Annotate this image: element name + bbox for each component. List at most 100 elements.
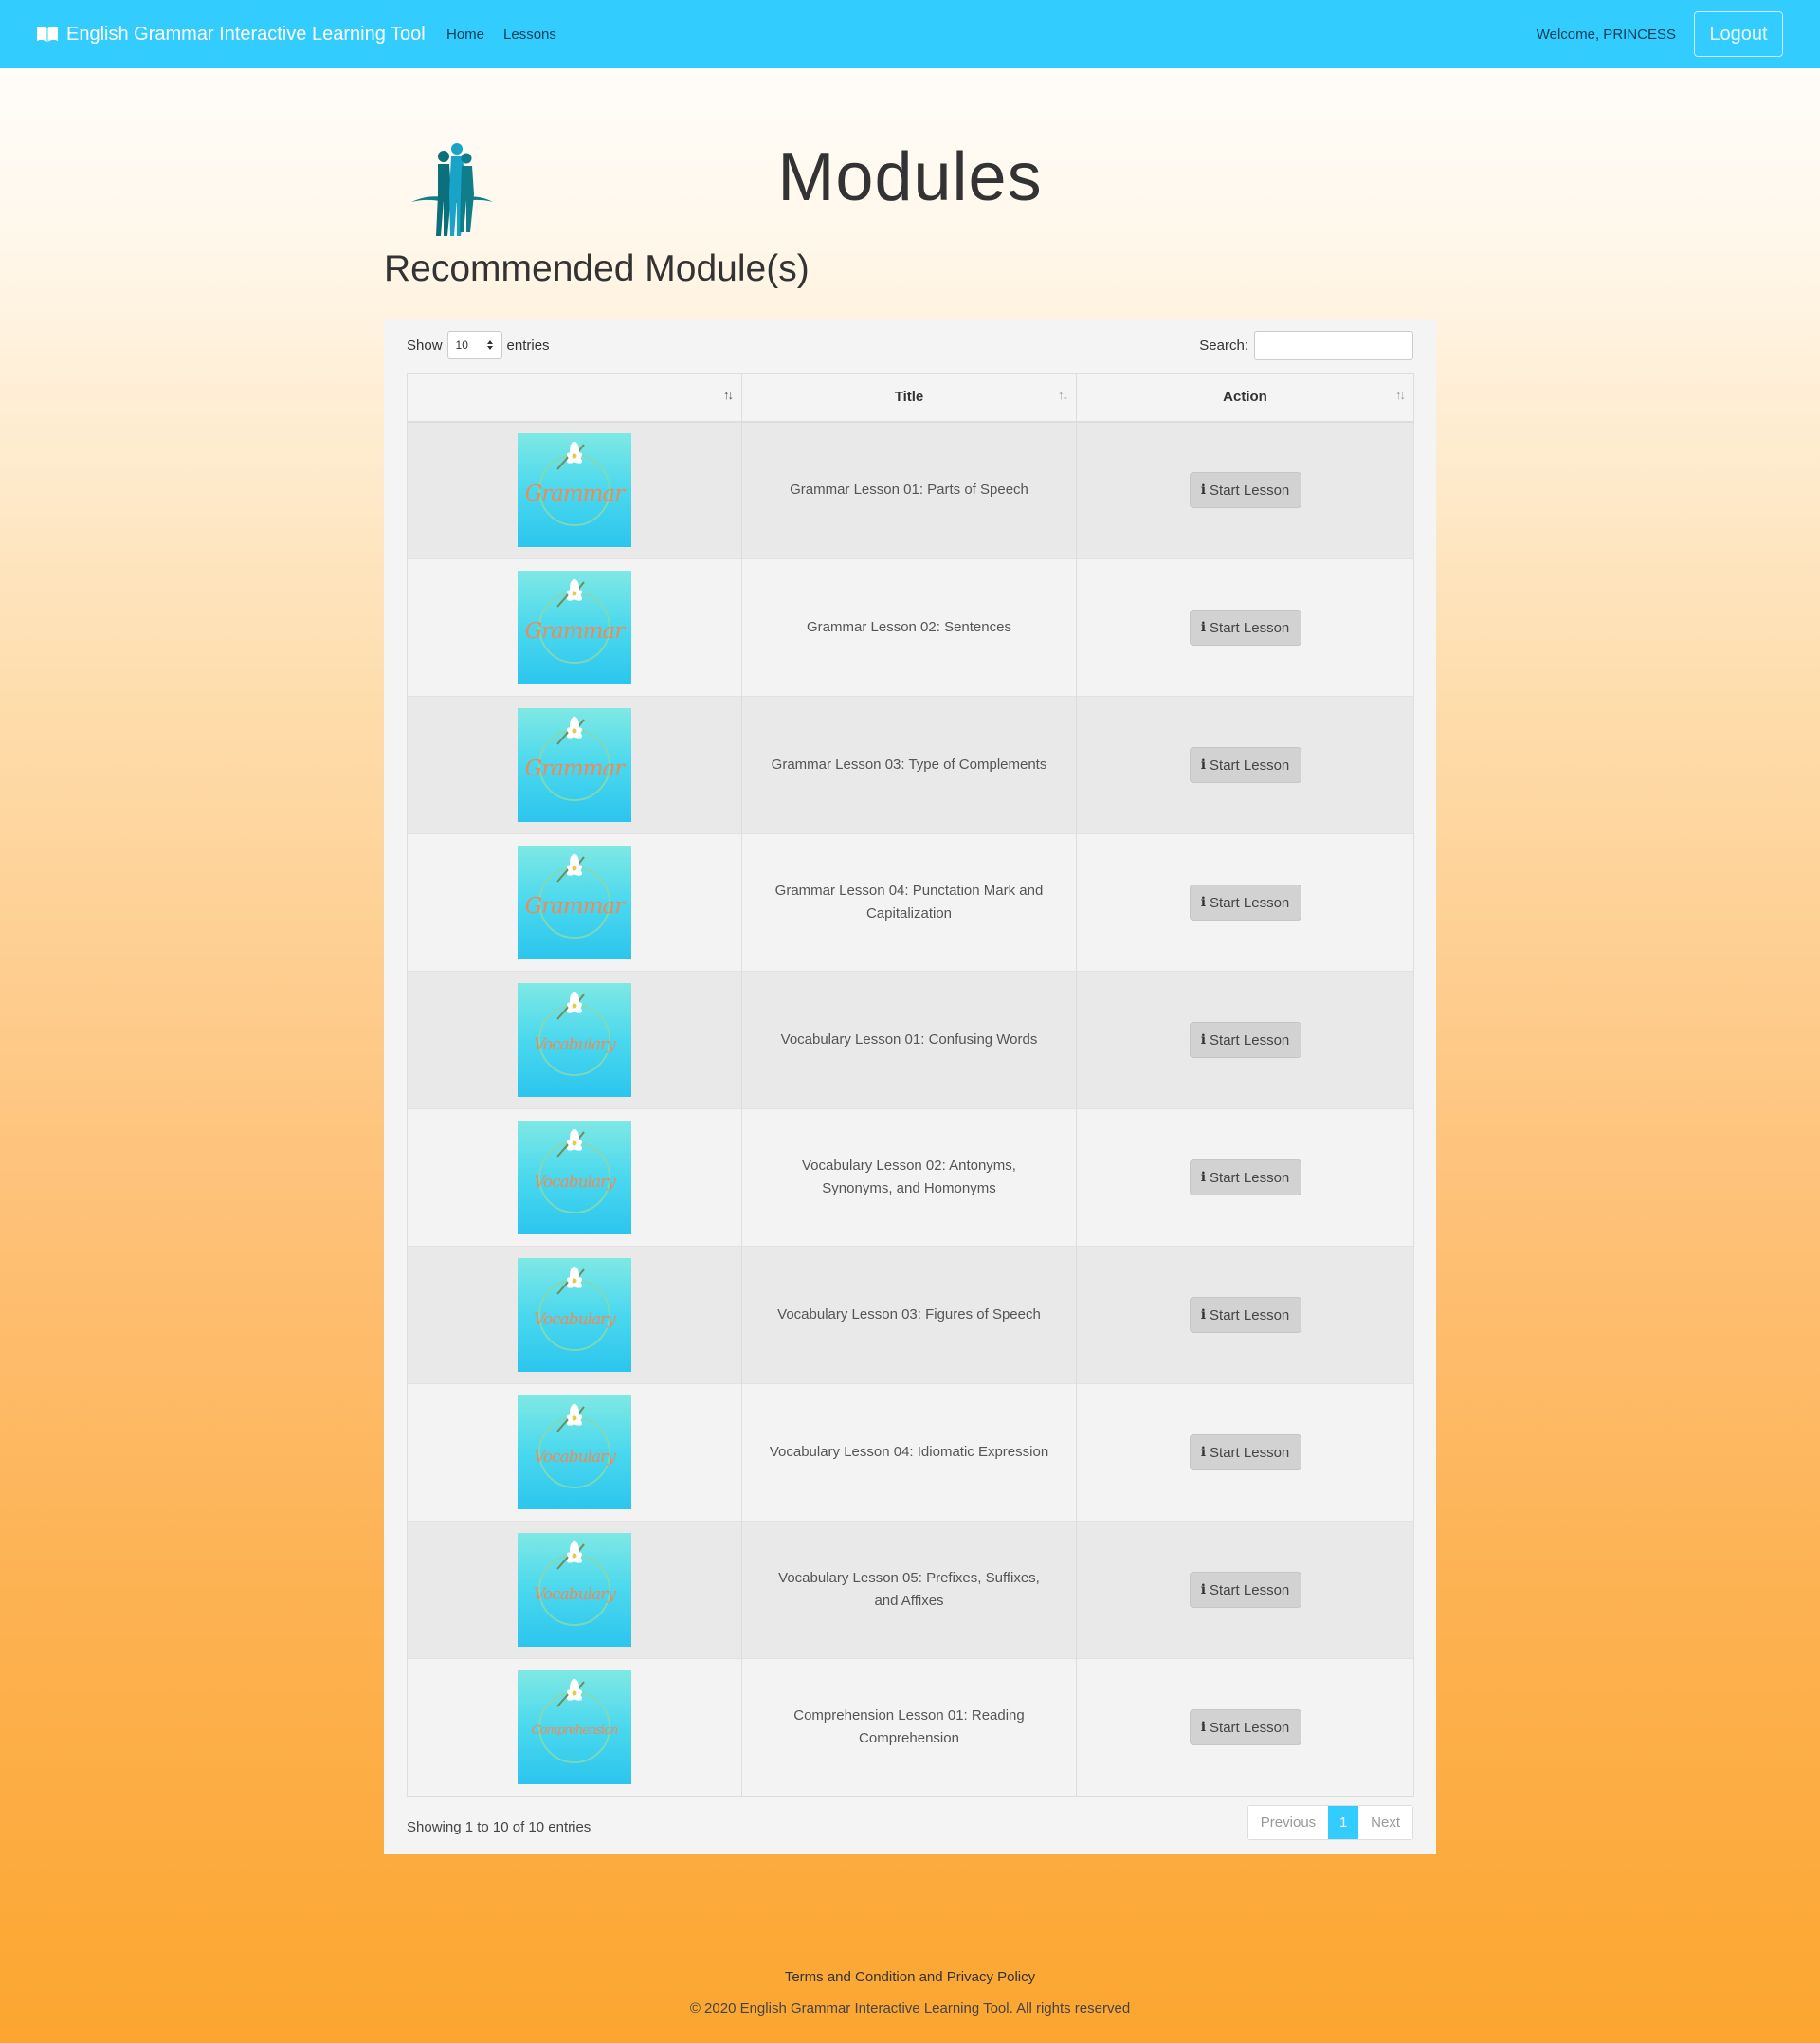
column-header-thumbnail[interactable]: ↑↓ [407, 373, 742, 423]
lesson-thumbnail: Grammar [518, 846, 631, 959]
navbar: English Grammar Interactive Learning Too… [0, 0, 1820, 68]
info-icon: i [1200, 1307, 1207, 1322]
lesson-thumbnail: Vocabulary [518, 1395, 631, 1509]
info-icon: i [1200, 1032, 1207, 1048]
lesson-thumbnail: Grammar [518, 708, 631, 822]
logout-button[interactable]: Logout [1694, 11, 1783, 57]
next-page-button[interactable]: Next [1358, 1806, 1412, 1839]
start-lesson-label: Start Lesson [1210, 1169, 1290, 1186]
table-row: Vocabulary Vocabulary Lesson 05: Prefixe… [407, 1521, 1414, 1659]
sort-icon: ↑↓ [1395, 388, 1406, 402]
terms-privacy-link[interactable]: Terms and Condition and Privacy Policy [0, 1969, 1820, 1985]
flower-icon [556, 717, 585, 745]
flower-icon [556, 854, 585, 883]
open-book-icon [37, 26, 58, 42]
start-lesson-label: Start Lesson [1210, 1581, 1290, 1598]
sort-icon: ↑↓ [723, 388, 734, 402]
select-updown-icon [486, 340, 493, 350]
action-cell: i Start Lesson [1076, 1246, 1414, 1384]
thumbnail-word: Vocabulary [534, 1310, 616, 1329]
brand-link[interactable]: English Grammar Interactive Learning Too… [36, 0, 426, 68]
nav-lessons-link[interactable]: Lessons [503, 27, 556, 43]
welcome-text: Welcome, PRINCESS [1536, 26, 1676, 43]
brand-label: English Grammar Interactive Learning Too… [66, 23, 426, 45]
thumbnail-cell: Vocabulary [407, 1246, 742, 1384]
page-length-select[interactable]: 10 [446, 331, 502, 359]
start-lesson-button[interactable]: i Start Lesson [1189, 1709, 1301, 1745]
thumbnail-cell: Vocabulary [407, 1108, 742, 1247]
start-lesson-button[interactable]: i Start Lesson [1189, 1572, 1301, 1608]
search-input[interactable] [1254, 330, 1413, 360]
flower-icon [556, 1541, 585, 1570]
table-row: Grammar Grammar Lesson 02: Sentences i S… [407, 558, 1414, 697]
action-cell: i Start Lesson [1076, 1108, 1414, 1247]
table-row: Vocabulary Vocabulary Lesson 02: Antonym… [407, 1108, 1414, 1247]
show-label: Show [407, 337, 443, 354]
modules-table-panel: Show 10 entries Search: ↑↓ Title ↑↓ Actio… [384, 319, 1436, 1854]
page-1-button[interactable]: 1 [1328, 1806, 1359, 1839]
thumbnail-word: Comprehension [531, 1724, 619, 1738]
flower-icon [556, 1267, 585, 1295]
info-icon: i [1200, 757, 1207, 773]
action-cell: i Start Lesson [1076, 421, 1414, 559]
title-cell: Grammar Lesson 04: Punctation Mark and C… [741, 833, 1077, 972]
thumbnail-word: Grammar [524, 619, 625, 644]
info-icon: i [1200, 483, 1207, 499]
action-cell: i Start Lesson [1076, 1383, 1414, 1522]
table-row: Vocabulary Vocabulary Lesson 04: Idiomat… [407, 1383, 1414, 1522]
previous-page-button[interactable]: Previous [1247, 1806, 1329, 1839]
table-header-row: ↑↓ Title ↑↓ Action ↑↓ [407, 373, 1414, 423]
info-icon: i [1200, 1445, 1207, 1460]
action-cell: i Start Lesson [1076, 696, 1414, 834]
title-cell: Vocabulary Lesson 04: Idiomatic Expressi… [741, 1383, 1077, 1522]
start-lesson-label: Start Lesson [1210, 619, 1290, 636]
flower-icon [556, 992, 585, 1020]
title-cell: Vocabulary Lesson 02: Antonyms, Synonyms… [741, 1108, 1077, 1247]
start-lesson-button[interactable]: i Start Lesson [1189, 747, 1301, 783]
column-header-action[interactable]: Action ↑↓ [1076, 373, 1414, 423]
table-info: Showing 1 to 10 of 10 entries [407, 1819, 592, 1835]
lesson-thumbnail: Comprehension [518, 1670, 631, 1784]
thumbnail-word: Grammar [524, 894, 625, 919]
info-icon: i [1200, 895, 1207, 910]
thumbnail-cell: Vocabulary [407, 1521, 742, 1659]
start-lesson-button[interactable]: i Start Lesson [1189, 610, 1301, 646]
sort-icon: ↑↓ [1058, 388, 1068, 402]
title-cell: Grammar Lesson 02: Sentences [741, 558, 1077, 697]
start-lesson-button[interactable]: i Start Lesson [1189, 1022, 1301, 1058]
lesson-thumbnail: Vocabulary [518, 1258, 631, 1372]
flower-icon [556, 579, 585, 608]
nav-home-link[interactable]: Home [446, 27, 484, 43]
lesson-thumbnail: Vocabulary [518, 983, 631, 1097]
table-row: Vocabulary Vocabulary Lesson 01: Confusi… [407, 971, 1414, 1109]
thumbnail-cell: Comprehension [407, 1658, 742, 1797]
page-title: Modules [777, 139, 1043, 215]
copyright-text: © 2020 English Grammar Interactive Learn… [689, 2000, 1131, 2016]
title-cell: Comprehension Lesson 01: Reading Compreh… [741, 1658, 1077, 1797]
start-lesson-button[interactable]: i Start Lesson [1189, 1159, 1301, 1195]
table-row: Grammar Grammar Lesson 04: Punctation Ma… [407, 833, 1414, 972]
title-cell: Grammar Lesson 01: Parts of Speech [741, 421, 1077, 559]
thumbnail-word: Grammar [524, 482, 625, 507]
thumbnail-word: Vocabulary [534, 1035, 616, 1054]
thumbnail-cell: Vocabulary [407, 971, 742, 1109]
action-cell: i Start Lesson [1076, 1521, 1414, 1659]
lesson-thumbnail: Grammar [518, 433, 631, 548]
column-header-title[interactable]: Title ↑↓ [741, 373, 1077, 423]
thumbnail-word: Vocabulary [534, 1585, 616, 1604]
search-label: Search: [1199, 337, 1248, 354]
info-icon: i [1200, 1582, 1207, 1597]
start-lesson-label: Start Lesson [1210, 1719, 1290, 1736]
table-row: Comprehension Comprehension Lesson 01: R… [407, 1658, 1414, 1797]
flower-icon [556, 1404, 585, 1432]
start-lesson-button[interactable]: i Start Lesson [1189, 472, 1301, 509]
thumbnail-cell: Grammar [407, 696, 742, 834]
action-cell: i Start Lesson [1076, 1658, 1414, 1797]
start-lesson-button[interactable]: i Start Lesson [1189, 1297, 1301, 1333]
thumbnail-word: Vocabulary [534, 1173, 616, 1192]
search-control: Search: [1199, 330, 1413, 360]
start-lesson-button[interactable]: i Start Lesson [1189, 1434, 1301, 1470]
modules-table: ↑↓ Title↑↓ Action↑↓ Grammar Grammar Le [407, 373, 1414, 1797]
start-lesson-button[interactable]: i Start Lesson [1189, 885, 1301, 921]
lesson-thumbnail: Grammar [518, 571, 631, 684]
